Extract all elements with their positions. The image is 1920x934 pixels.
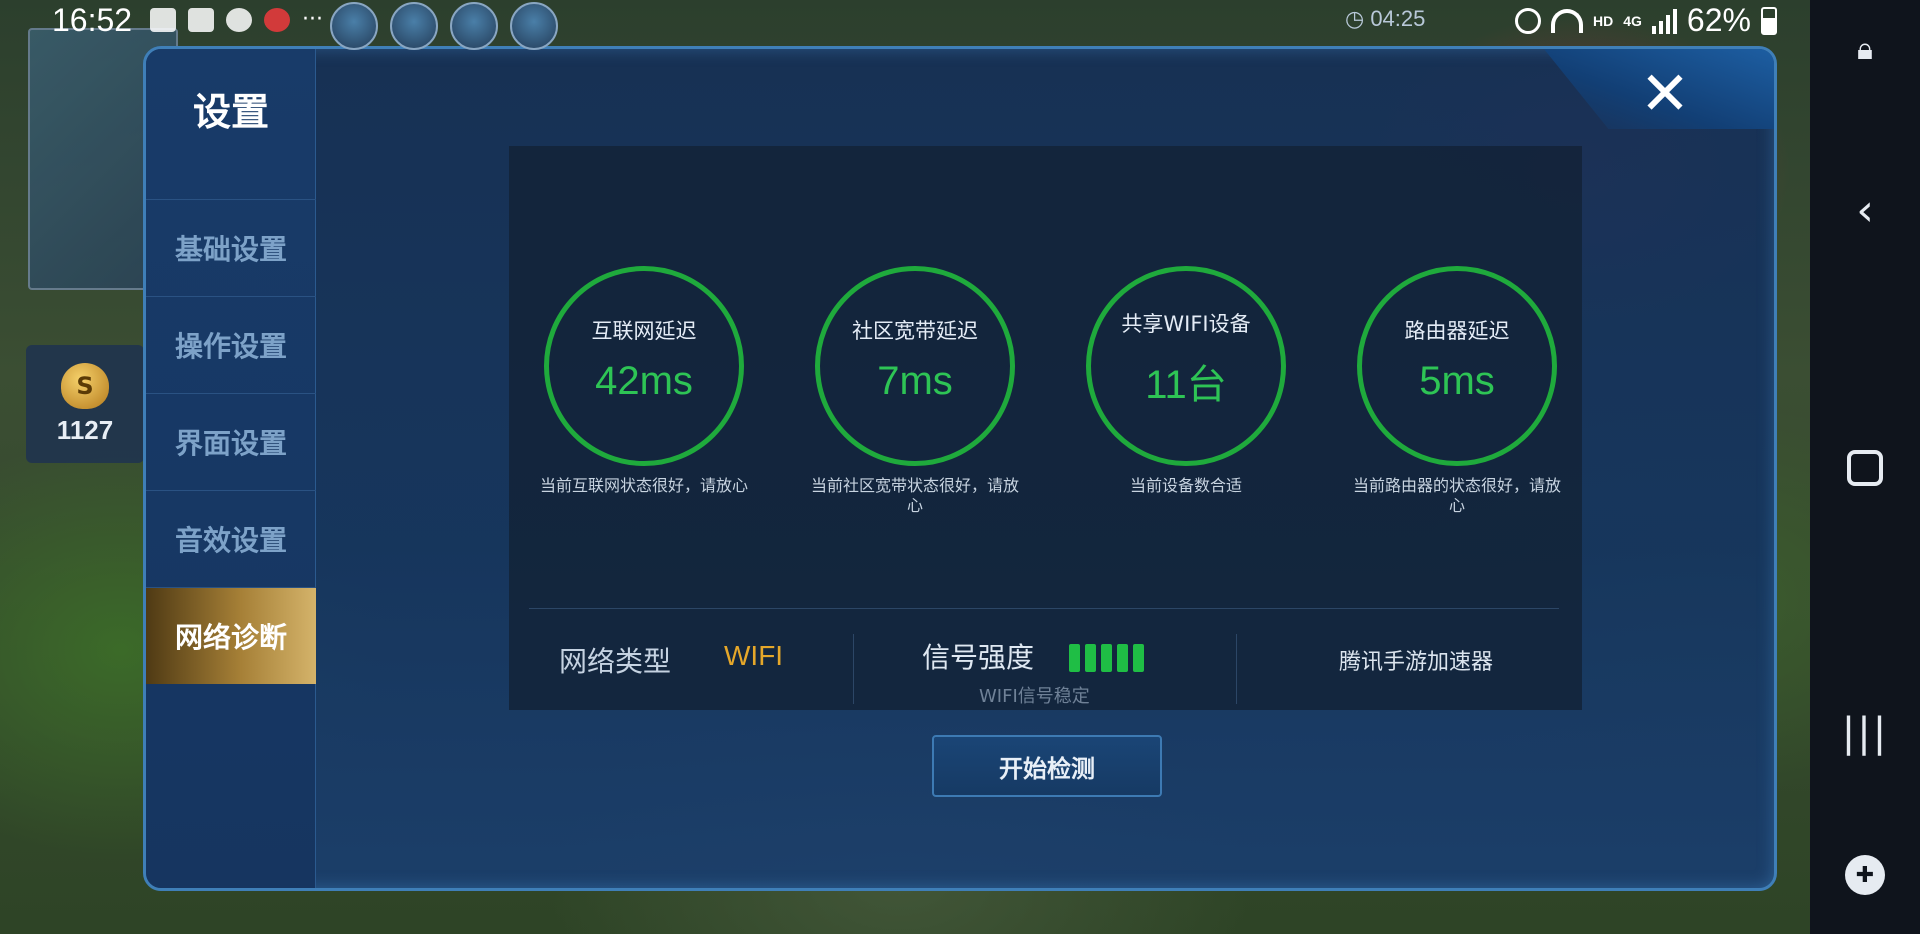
hero-avatar — [450, 2, 498, 50]
signal-bar — [1069, 644, 1080, 672]
column-separator — [1236, 634, 1237, 704]
metric-ring: 共享WIFI设备 11台 — [1086, 266, 1286, 466]
back-icon[interactable]: ‹ — [1856, 185, 1874, 236]
network-diagnosis-panel: 互联网延迟 42ms 当前互联网状态很好，请放心 社区宽带延迟 7ms 当前社区… — [509, 146, 1582, 710]
signal-strength-label: 信号强度 — [922, 641, 1035, 674]
hero-avatar — [510, 2, 558, 50]
chat-icon — [150, 8, 176, 32]
close-button[interactable]: ✕ — [1636, 64, 1694, 124]
gold-panel[interactable]: S 1127 — [26, 345, 144, 463]
signal-label: 4G — [1623, 12, 1642, 29]
more-notifications-icon: ··· — [302, 7, 323, 32]
metric-label: 互联网延迟 — [591, 318, 697, 343]
metric-value: 42ms — [595, 358, 693, 403]
system-indicators: HD 4G 62% — [1515, 2, 1777, 39]
gold-value: 1127 — [56, 414, 114, 445]
alarm-icon — [1515, 7, 1541, 34]
network-label: HD — [1593, 12, 1614, 29]
wifi-icon — [1551, 8, 1583, 33]
signal-status: WIFI信号稳定 — [979, 686, 1090, 707]
navigation-bar: 🔒︎ ‹ ||| ✚ — [1810, 0, 1920, 934]
status-bar: 16:52 ··· ◷ 04:25 HD 4G 62% — [0, 0, 1810, 50]
signal-bar — [1101, 644, 1112, 672]
tencent-accelerator-link[interactable]: 腾讯手游加速器 — [1339, 644, 1493, 676]
metric-ring: 社区宽带延迟 7ms — [815, 266, 1015, 466]
network-type-label: 网络类型 — [559, 645, 672, 678]
tab-control-settings[interactable]: 操作设置 — [146, 296, 316, 393]
lock-icon[interactable]: 🔒︎ — [1857, 32, 1873, 67]
column-separator — [853, 634, 854, 704]
hero-avatars — [330, 2, 558, 50]
signal-bar — [1117, 644, 1128, 672]
signal-icon — [1651, 8, 1677, 34]
gallery-icon — [188, 8, 214, 32]
tab-network-diagnosis[interactable]: 网络诊断 — [146, 587, 316, 684]
metric-description: 当前互联网状态很好，请放心 — [539, 476, 748, 495]
tab-sound-settings[interactable]: 音效设置 — [146, 490, 316, 587]
signal-bar — [1133, 644, 1144, 672]
metric-ring: 互联网延迟 42ms — [544, 266, 744, 466]
metric-description: 当前路由器的状态很好，请放心 — [1352, 476, 1561, 515]
start-detection-button[interactable]: 开始检测 — [932, 735, 1162, 797]
game-timer-value: 04:25 — [1370, 6, 1426, 31]
metric-label: 共享WIFI设备 — [1121, 312, 1251, 336]
tab-interface-settings[interactable]: 界面设置 — [146, 393, 316, 490]
signal-bar — [1085, 644, 1096, 672]
metric-value: 7ms — [877, 358, 953, 403]
metric-shared-wifi-devices: 共享WIFI设备 11台 当前设备数合适 — [1056, 266, 1316, 496]
panel-divider — [529, 608, 1559, 609]
notification-icons: ··· — [150, 8, 323, 32]
metric-internet-latency: 互联网延迟 42ms 当前互联网状态很好，请放心 — [514, 266, 774, 496]
metric-value: 5ms — [1419, 358, 1495, 403]
battery-icon — [1760, 6, 1777, 35]
hero-avatar — [330, 2, 378, 50]
network-type-value: WIFI — [724, 640, 784, 671]
metric-community-latency: 社区宽带延迟 7ms 当前社区宽带状态很好，请放心 — [785, 266, 1045, 516]
metric-router-latency: 路由器延迟 5ms 当前路由器的状态很好，请放心 — [1327, 266, 1587, 516]
settings-dialog: ✕ 设置 基础设置 操作设置 界面设置 音效设置 网络诊断 互联网延迟 42ms… — [143, 46, 1777, 891]
sync-icon — [226, 8, 252, 32]
metric-label: 路由器延迟 — [1404, 318, 1510, 343]
game-tools-icon[interactable]: ✚ — [1845, 855, 1885, 895]
tab-basic-settings[interactable]: 基础设置 — [146, 199, 316, 296]
signal-strength-bars — [1069, 644, 1144, 672]
recent-apps-icon[interactable]: ||| — [1842, 710, 1888, 756]
hero-avatar — [390, 2, 438, 50]
network-info-row: 网络类型 WIFI 信号强度 WIFI信号稳定 腾讯手游加速器 — [509, 626, 1582, 710]
game-timer: ◷ 04:25 — [1345, 6, 1426, 31]
status-time: 16:52 — [52, 2, 133, 38]
metric-value: 11台 — [1145, 363, 1227, 407]
metric-description: 当前设备数合适 — [1129, 476, 1242, 495]
metric-description: 当前社区宽带状态很好，请放心 — [810, 476, 1019, 515]
home-icon[interactable] — [1847, 450, 1883, 486]
game-icon — [264, 8, 290, 32]
sidebar-tabs: 基础设置 操作设置 界面设置 音效设置 网络诊断 — [146, 199, 316, 684]
metric-label: 社区宽带延迟 — [852, 318, 978, 343]
metric-ring: 路由器延迟 5ms — [1357, 266, 1557, 466]
settings-title: 设置 — [192, 90, 269, 134]
money-bag-icon: S — [61, 362, 109, 409]
battery-percent: 62% — [1686, 2, 1751, 38]
settings-sidebar: 设置 基础设置 操作设置 界面设置 音效设置 网络诊断 — [146, 49, 316, 888]
